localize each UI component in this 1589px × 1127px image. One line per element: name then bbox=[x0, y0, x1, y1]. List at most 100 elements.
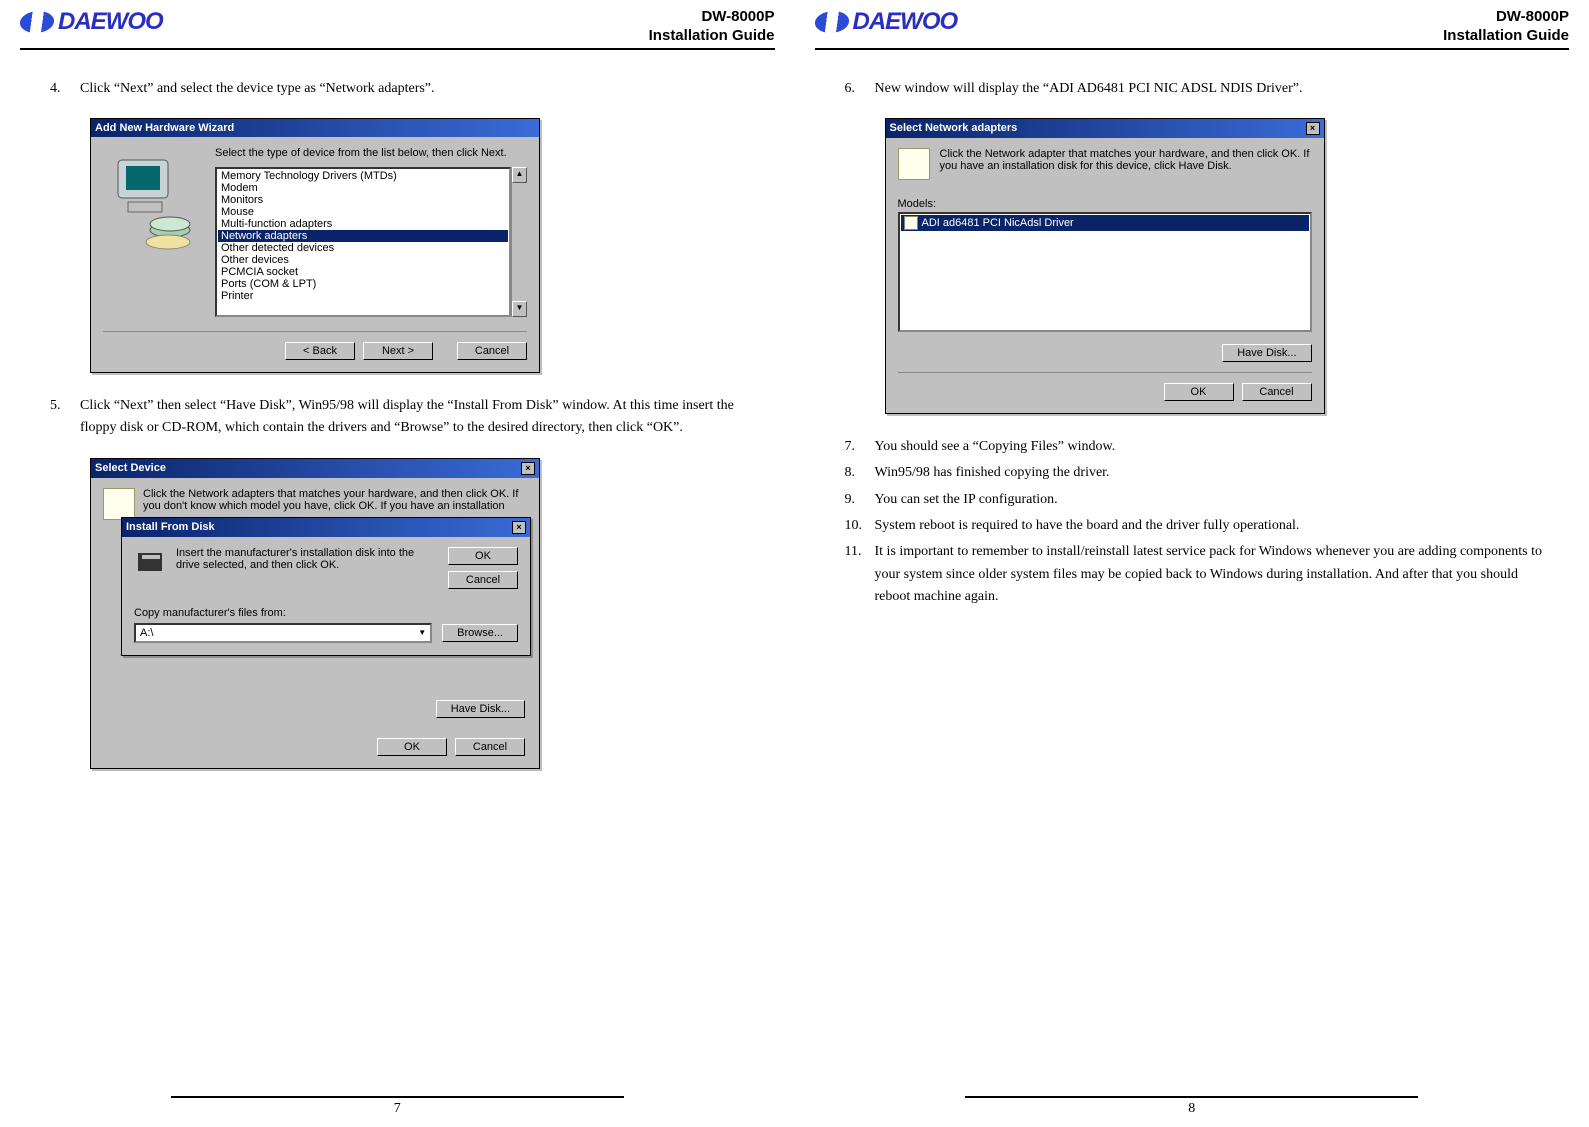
drive-combobox[interactable]: A:\ ▼ bbox=[134, 623, 432, 643]
dialog-title: Add New Hardware Wizard bbox=[95, 122, 234, 134]
doc-title-model: DW-8000P bbox=[1443, 8, 1569, 27]
doc-title-sub: Installation Guide bbox=[1443, 27, 1569, 46]
chevron-down-icon[interactable]: ▼ bbox=[418, 628, 426, 637]
drive-value: A:\ bbox=[140, 627, 153, 639]
models-listbox: ADI ad6481 PCI NicAdsl Driver bbox=[898, 212, 1312, 332]
page-content: 4. Click “Next” and select the device ty… bbox=[20, 78, 775, 1097]
back-button[interactable]: < Back bbox=[285, 342, 355, 360]
step-text: Click “Next” then select “Have Disk”, Wi… bbox=[80, 395, 755, 440]
step-number: 8. bbox=[845, 462, 875, 484]
dialog-title: Install From Disk bbox=[126, 521, 215, 533]
dialog-title: Select Device bbox=[95, 462, 166, 474]
step-text: You can set the IP configuration. bbox=[875, 489, 1550, 511]
dialog-body: Select the type of device from the list … bbox=[91, 137, 539, 372]
cancel-button[interactable]: Cancel bbox=[448, 571, 518, 589]
step-4: 4. Click “Next” and select the device ty… bbox=[50, 78, 755, 100]
brand-text: DAEWOO bbox=[853, 8, 958, 36]
list-item-selected[interactable]: Network adapters bbox=[218, 230, 508, 242]
list-item[interactable]: Monitors bbox=[218, 194, 508, 206]
step-7: 7. You should see a “Copying Files” wind… bbox=[845, 436, 1550, 458]
ok-button[interactable]: OK bbox=[1164, 383, 1234, 401]
scrollbar[interactable]: ▲ ▼ bbox=[511, 167, 527, 317]
next-button[interactable]: Next > bbox=[363, 342, 433, 360]
model-name: ADI ad6481 PCI NicAdsl Driver bbox=[922, 217, 1074, 229]
step-number: 7. bbox=[845, 436, 875, 458]
browse-button[interactable]: Browse... bbox=[442, 624, 518, 642]
dialog-titlebar: Select Device × bbox=[91, 459, 539, 478]
doc-title-sub: Installation Guide bbox=[649, 27, 775, 46]
dialog-instruction: Select the type of device from the list … bbox=[215, 147, 527, 159]
page-8: DAEWOO DW-8000P Installation Guide 6. Ne… bbox=[795, 0, 1589, 1127]
list-item[interactable]: Memory Technology Drivers (MTDs) bbox=[218, 170, 508, 182]
step-text: Click “Next” and select the device type … bbox=[80, 78, 755, 100]
list-item[interactable]: Multi-function adapters bbox=[218, 218, 508, 230]
list-item[interactable]: Ports (COM & LPT) bbox=[218, 278, 508, 290]
add-hardware-wizard-dialog: Add New Hardware Wizard bbox=[90, 118, 540, 373]
select-device-dialog: Select Device × Click the Network adapte… bbox=[90, 458, 540, 769]
daewoo-swish-icon bbox=[813, 11, 850, 33]
dialog-button-row: < Back Next > Cancel bbox=[103, 342, 527, 360]
step-5: 5. Click “Next” then select “Have Disk”,… bbox=[50, 395, 755, 440]
dialog-instruction: Click the Network adapter that matches y… bbox=[940, 148, 1312, 180]
step-11: 11. It is important to remember to insta… bbox=[845, 541, 1550, 608]
inner-dialog-text: Insert the manufacturer's installation d… bbox=[176, 547, 438, 589]
step-list: 6. New window will display the “ADI AD64… bbox=[845, 78, 1550, 100]
cancel-button[interactable]: Cancel bbox=[1242, 383, 1312, 401]
step-8: 8. Win95/98 has finished copying the dri… bbox=[845, 462, 1550, 484]
page-footer: 7 bbox=[171, 1096, 624, 1117]
adapter-icon bbox=[904, 216, 918, 230]
step-list: 7. You should see a “Copying Files” wind… bbox=[845, 436, 1550, 609]
have-disk-button[interactable]: Have Disk... bbox=[436, 700, 525, 718]
step-number: 10. bbox=[845, 515, 875, 537]
step-number: 11. bbox=[845, 541, 875, 608]
ok-button[interactable]: OK bbox=[377, 738, 447, 756]
dialog-body: Click the Network adapter that matches y… bbox=[886, 138, 1324, 413]
device-card-icon bbox=[103, 488, 135, 520]
dialog-body: Insert the manufacturer's installation d… bbox=[122, 537, 530, 655]
close-icon[interactable]: × bbox=[1306, 122, 1320, 135]
list-item[interactable]: PCMCIA socket bbox=[218, 266, 508, 278]
dialog-titlebar: Add New Hardware Wizard bbox=[91, 119, 539, 137]
step-text: It is important to remember to install/r… bbox=[875, 541, 1550, 608]
list-item[interactable]: Mouse bbox=[218, 206, 508, 218]
step-number: 5. bbox=[50, 395, 80, 440]
page-footer: 8 bbox=[965, 1096, 1418, 1117]
model-list-item[interactable]: ADI ad6481 PCI NicAdsl Driver bbox=[901, 215, 1309, 231]
step-text: Win95/98 has finished copying the driver… bbox=[875, 462, 1550, 484]
scroll-down-icon[interactable]: ▼ bbox=[512, 301, 527, 317]
list-item[interactable]: Modem bbox=[218, 182, 508, 194]
step-number: 9. bbox=[845, 489, 875, 511]
list-item[interactable]: Other detected devices bbox=[218, 242, 508, 254]
scroll-up-icon[interactable]: ▲ bbox=[512, 167, 527, 183]
list-item[interactable]: Other devices bbox=[218, 254, 508, 266]
dialog-titlebar: Install From Disk × bbox=[122, 518, 530, 537]
cancel-button[interactable]: Cancel bbox=[455, 738, 525, 756]
page-7: DAEWOO DW-8000P Installation Guide 4. Cl… bbox=[0, 0, 795, 1127]
step-9: 9. You can set the IP configuration. bbox=[845, 489, 1550, 511]
header: DAEWOO DW-8000P Installation Guide bbox=[20, 8, 775, 50]
step-number: 6. bbox=[845, 78, 875, 100]
close-icon[interactable]: × bbox=[512, 521, 526, 534]
step-list: 4. Click “Next” and select the device ty… bbox=[50, 78, 755, 100]
brand-logo: DAEWOO bbox=[815, 8, 958, 36]
device-type-listbox: Memory Technology Drivers (MTDs) Modem M… bbox=[215, 167, 527, 317]
step-10: 10. System reboot is required to have th… bbox=[845, 515, 1550, 537]
brand-text: DAEWOO bbox=[58, 8, 163, 36]
step-text: System reboot is required to have the bo… bbox=[875, 515, 1550, 537]
adapter-card-icon bbox=[898, 148, 930, 180]
floppy-disk-icon bbox=[134, 547, 166, 579]
install-from-disk-dialog: Install From Disk × Insert the manufactu… bbox=[121, 517, 531, 656]
close-icon[interactable]: × bbox=[521, 462, 535, 475]
page-number: 8 bbox=[1188, 1101, 1195, 1116]
cancel-button[interactable]: Cancel bbox=[457, 342, 527, 360]
have-disk-button[interactable]: Have Disk... bbox=[1222, 344, 1311, 362]
header: DAEWOO DW-8000P Installation Guide bbox=[815, 8, 1570, 50]
ok-button[interactable]: OK bbox=[448, 547, 518, 565]
page-number: 7 bbox=[394, 1101, 401, 1116]
wizard-art-icon bbox=[103, 147, 203, 257]
step-text: New window will display the “ADI AD6481 … bbox=[875, 78, 1550, 100]
dialog-titlebar: Select Network adapters × bbox=[886, 119, 1324, 138]
dialog-body: Click the Network adapters that matches … bbox=[91, 478, 539, 768]
page-content: 6. New window will display the “ADI AD64… bbox=[815, 78, 1570, 1097]
list-item[interactable]: Printer bbox=[218, 290, 508, 302]
